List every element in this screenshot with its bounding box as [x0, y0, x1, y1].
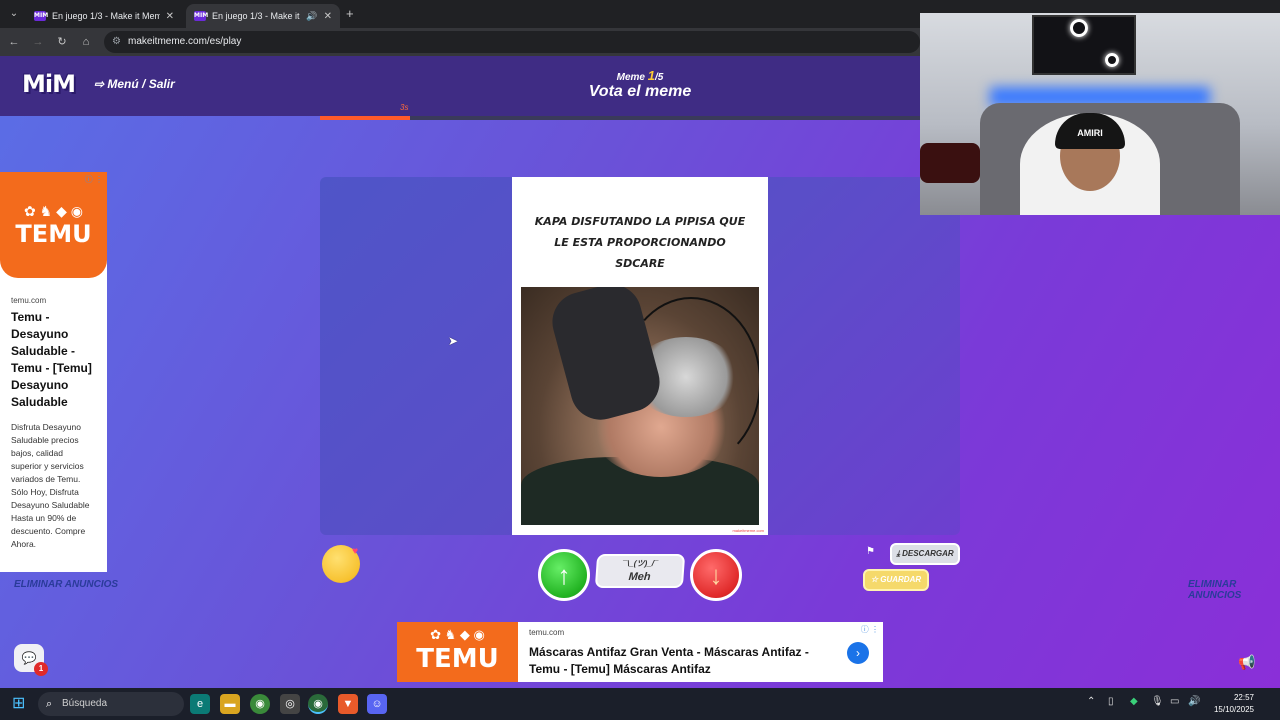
- remove-ads-link-left[interactable]: ELIMINAR ANUNCIOS: [14, 579, 118, 590]
- timer-label: 3s: [400, 103, 409, 112]
- mouse-cursor-icon: ➤: [448, 334, 459, 348]
- mim-logo[interactable]: MiM: [22, 70, 76, 98]
- brave-icon[interactable]: ▼: [338, 694, 358, 714]
- search-icon: ⌕: [46, 698, 53, 710]
- arrow-up-icon: ↑: [557, 560, 571, 590]
- shrug-face: ¯\_(ツ)_/¯: [622, 559, 659, 568]
- makeitmeme-favicon-icon: MIM: [34, 11, 49, 21]
- audio-playing-icon[interactable]: 🔊: [306, 11, 317, 22]
- tab-search-icon[interactable]: ⌄: [6, 6, 22, 22]
- temu-mascot-icons: ✿ ♞ ◆ ◉: [24, 203, 83, 219]
- remove-ads-link-right[interactable]: ELIMINAR ANUNCIOS: [1188, 579, 1280, 601]
- taskbar-search[interactable]: ⌕ Búsqueda: [38, 692, 184, 716]
- arrow-down-icon: ↓: [709, 560, 723, 590]
- temu-mascot-icons: ✿ ♞ ◆ ◉: [430, 627, 485, 642]
- wifi-icon[interactable]: ▭: [1170, 696, 1179, 707]
- menu-exit-button[interactable]: ⇨ Menú / Salir: [94, 77, 175, 91]
- ad-description: Disfruta Desayuno Saludable precios bajo…: [11, 422, 90, 549]
- volume-icon[interactable]: 🔊: [1188, 696, 1200, 707]
- ad-title[interactable]: Máscaras Antifaz Gran Venta - Máscaras A…: [529, 644, 839, 678]
- chrome-icon[interactable]: ◉: [250, 694, 270, 714]
- save-button[interactable]: ☆ GUARDAR: [863, 569, 929, 591]
- timer-progress-bar: [320, 116, 920, 120]
- temu-logo: ✿ ♞ ◆ ◉ TEMU: [0, 172, 107, 278]
- chat-button[interactable]: 💬 1: [14, 644, 48, 676]
- usb-icon[interactable]: ▯: [1108, 696, 1114, 707]
- vote-down-button[interactable]: ↓: [690, 549, 742, 601]
- close-tab-icon[interactable]: ✕: [324, 11, 332, 22]
- round-counter: Meme 1/5: [616, 68, 664, 83]
- download-button[interactable]: ⤓ DESCARGAR: [890, 543, 960, 565]
- file-explorer-icon[interactable]: ▬: [220, 694, 240, 714]
- new-tab-button[interactable]: +: [346, 6, 354, 21]
- tab-title: En juego 1/3 - Make it Meme: [52, 11, 160, 21]
- left-ad[interactable]: ✿ ♞ ◆ ◉ TEMU ⓘ ⋮ temu.com Temu - Desayun…: [0, 172, 107, 572]
- exit-icon: ⇨: [94, 77, 108, 91]
- edge-icon[interactable]: e: [190, 694, 210, 714]
- megaphone-icon[interactable]: 📢: [1238, 654, 1255, 671]
- chat-unread-badge: 1: [34, 662, 48, 676]
- meh-label: Meh: [628, 571, 651, 583]
- ad-info-icon[interactable]: ⓘ ⋮: [861, 624, 879, 635]
- discord-icon[interactable]: ☺: [367, 694, 387, 714]
- taskbar-clock[interactable]: 22:57 15/10/2025: [1208, 692, 1254, 716]
- game-header: MiM ⇨ Menú / Salir Meme 1/5 Vota el meme…: [0, 56, 920, 116]
- makeitmeme-favicon-icon: MIM: [194, 11, 209, 21]
- page-title: Vota el meme: [588, 83, 692, 100]
- address-bar[interactable]: ⚙ makeitmeme.com/es/play: [104, 31, 920, 53]
- forward-arrow-icon[interactable]: →: [30, 34, 46, 50]
- windows-taskbar: ⊞ ⌕ Búsqueda e ▬ ◉ ◎ ◉ ▼ ☺ ⌃ ▯ ◆ 🎙 ▭ 🔊 2…: [0, 688, 1280, 720]
- webcam-overlay: AMIRI: [920, 13, 1280, 215]
- microphone-icon[interactable]: 🎙: [1151, 696, 1164, 707]
- ad-domain: temu.com: [529, 628, 565, 637]
- meme-card: KAPA DISFUTANDO LA PIPISA QUE LE ESTA PR…: [512, 177, 768, 535]
- temu-logo: ✿ ♞ ◆ ◉ TEMU: [397, 622, 518, 682]
- home-icon[interactable]: ⌂: [78, 34, 94, 50]
- back-arrow-icon[interactable]: ←: [6, 34, 22, 50]
- chat-bubble-icon: 💬: [21, 651, 37, 665]
- report-flag-icon[interactable]: ⚑: [866, 546, 875, 557]
- reaction-emoji-button[interactable]: ♥: [322, 545, 360, 583]
- meme-image: [521, 287, 759, 525]
- ad-info-icon[interactable]: ⓘ ⋮: [85, 174, 103, 185]
- chevron-right-icon[interactable]: ›: [847, 642, 869, 664]
- heart-icon: ♥: [352, 546, 358, 557]
- bottom-ad[interactable]: ✿ ♞ ◆ ◉ TEMU temu.com Máscaras Antifaz G…: [397, 622, 883, 682]
- vote-meh-button[interactable]: ¯\_(ツ)_/¯ Meh: [594, 554, 686, 588]
- close-tab-icon[interactable]: ✕: [166, 11, 174, 22]
- tab-title: En juego 1/3 - Make it Mem: [212, 11, 300, 21]
- star-icon: ☆: [870, 575, 881, 584]
- browser-tab-2-active[interactable]: MIM En juego 1/3 - Make it Mem 🔊 ✕: [186, 4, 340, 28]
- site-info-icon[interactable]: ⚙: [112, 31, 121, 53]
- url-text: makeitmeme.com/es/play: [128, 36, 242, 47]
- chevron-up-icon[interactable]: ⌃: [1087, 696, 1095, 707]
- ad-domain: temu.com: [11, 296, 47, 305]
- shield-icon[interactable]: ◆: [1130, 696, 1138, 707]
- windows-start-icon[interactable]: ⊞: [12, 696, 28, 712]
- reload-icon[interactable]: ↻: [54, 34, 70, 50]
- meme-caption: KAPA DISFUTANDO LA PIPISA QUE LE ESTA PR…: [534, 215, 746, 270]
- app-icon[interactable]: ◎: [280, 694, 300, 714]
- ad-title[interactable]: Temu - Desayuno Saludable - Temu - [Temu…: [11, 309, 96, 411]
- timer-progress-fill: [320, 116, 410, 120]
- chrome-active-icon[interactable]: ◉: [308, 694, 328, 714]
- vote-up-button[interactable]: ↑: [538, 549, 590, 601]
- browser-tab-1[interactable]: MIM En juego 1/3 - Make it Meme ✕: [26, 4, 182, 28]
- watermark: makeitmeme.com: [732, 528, 764, 533]
